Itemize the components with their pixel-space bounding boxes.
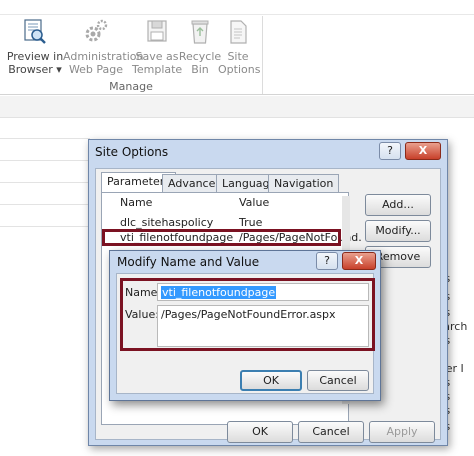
apply-button[interactable]: Apply — [369, 421, 435, 443]
value-field[interactable]: /Pages/PageNotFoundError.aspx — [157, 305, 369, 347]
save-label-line1: Save as — [135, 50, 179, 63]
administration-web-page-button[interactable]: Administration Web Page — [63, 18, 144, 80]
preview-label-line2: Browser — [8, 63, 53, 76]
recycle-label-line2: Bin — [191, 63, 209, 76]
ribbon-group-label-manage: Manage — [109, 80, 153, 93]
column-header-value[interactable]: Value — [239, 196, 269, 209]
save-label-line2: Template — [132, 63, 183, 76]
admin-label-line2: Web Page — [68, 63, 124, 76]
selected-row-highlight — [102, 229, 341, 246]
save-template-icon — [147, 20, 167, 42]
ok-button[interactable]: OK — [227, 421, 293, 443]
close-button[interactable]: X — [405, 142, 441, 160]
list-header: Name Value — [106, 196, 346, 212]
page-row-divider — [0, 226, 90, 227]
name-field[interactable]: vti_filenotfoundpage — [157, 283, 369, 301]
help-button[interactable]: ? — [316, 252, 338, 270]
page-row-divider — [0, 160, 90, 161]
cancel-button[interactable]: Cancel — [298, 421, 364, 443]
value-label: Value: — [125, 308, 159, 321]
recycle-bin-button[interactable]: Recycle Bin — [178, 18, 222, 80]
chevron-down-icon: ▾ — [56, 63, 62, 76]
page-header-band — [0, 96, 474, 118]
param-value: True — [239, 216, 263, 229]
column-header-name[interactable]: Name — [120, 196, 152, 209]
name-field-selected-text: vti_filenotfoundpage — [161, 286, 277, 299]
help-button[interactable]: ? — [379, 142, 401, 160]
siteopt-label-line2: Options — [218, 63, 261, 76]
modify-dialog-title: Modify Name and Value — [117, 255, 260, 269]
add-button[interactable]: Add... — [365, 194, 431, 216]
fields-highlight: Name: vti_filenotfoundpage Value: /Pages… — [120, 278, 375, 351]
name-label: Name: — [125, 286, 162, 299]
page-row-divider — [0, 182, 90, 183]
modify-button[interactable]: Modify... — [365, 220, 431, 242]
modify-dialog-body: Name: vti_filenotfoundpage Value: /Pages… — [116, 273, 375, 394]
param-name: dlc_sitehaspolicy — [120, 216, 214, 229]
close-button[interactable]: X — [342, 252, 376, 270]
list-item[interactable]: dlc_sitehaspolicy True — [106, 216, 346, 230]
save-as-template-button[interactable]: Save as Template — [132, 18, 182, 80]
ribbon-group-separator — [262, 16, 263, 94]
site-options-button[interactable]: Site Options — [218, 18, 261, 80]
preview-label-line1: Preview in — [6, 50, 64, 63]
tab-navigation[interactable]: Navigation — [268, 174, 340, 192]
page-row-divider — [0, 204, 90, 205]
ribbon-top-line — [0, 14, 474, 15]
ribbon: Preview in Browser ▾ Administration Web … — [0, 0, 474, 95]
siteopt-label-line1: Site — [227, 50, 249, 63]
preview-browser-icon — [24, 19, 46, 44]
cancel-button[interactable]: Cancel — [307, 370, 369, 391]
recycle-label-line1: Recycle — [178, 50, 222, 63]
recycle-bin-icon — [191, 20, 209, 44]
site-options-dialog-title: Site Options — [95, 145, 169, 159]
gear-icon — [85, 19, 108, 42]
preview-in-browser-button[interactable]: Preview in Browser ▾ — [6, 18, 64, 80]
modify-name-value-dialog: Modify Name and Value ? X Name: vti_file… — [109, 250, 381, 401]
ok-button[interactable]: OK — [240, 370, 302, 391]
site-options-icon — [230, 20, 247, 44]
page-row-divider — [0, 138, 90, 139]
